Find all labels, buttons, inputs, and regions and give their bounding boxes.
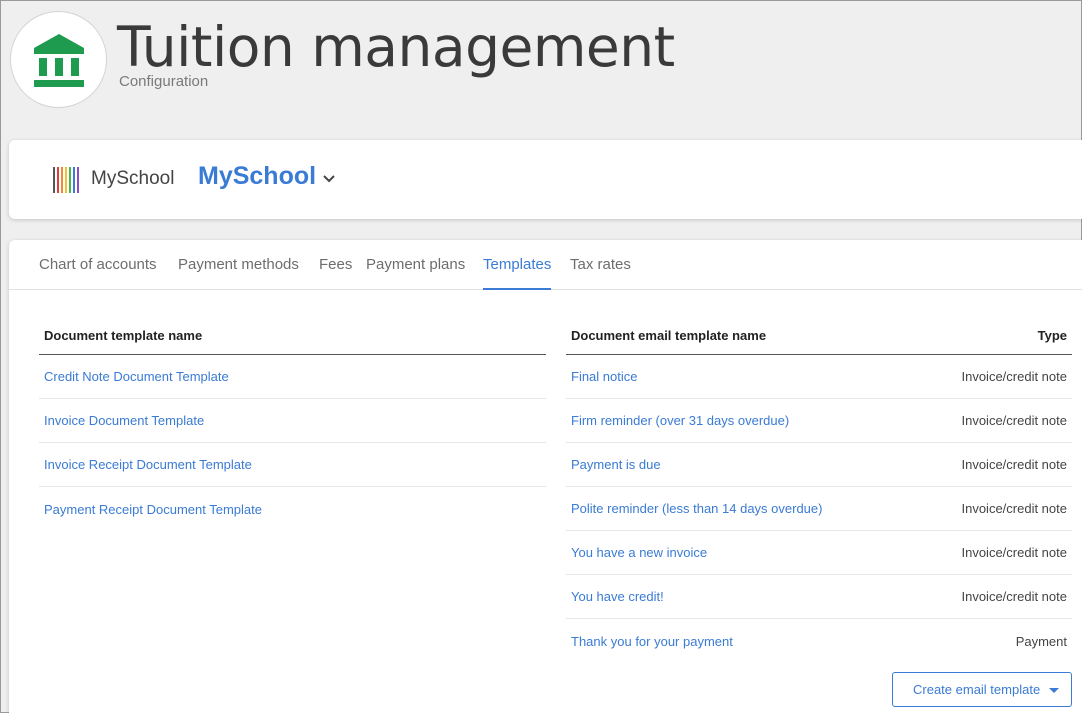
school-name-selector[interactable]: MySchool (198, 162, 316, 191)
table-row: Thank you for your payment Payment (566, 619, 1072, 663)
tab-templates[interactable]: Templates (483, 256, 552, 290)
email-template-table: Document email template name Type Final … (566, 317, 1072, 663)
create-email-template-button[interactable]: Create email template (892, 672, 1072, 707)
email-template-link[interactable]: You have credit! (571, 589, 664, 604)
table-row: Credit Note Document Template (39, 355, 546, 399)
type-cell: Invoice/credit note (961, 589, 1067, 604)
tab-chart-of-accounts[interactable]: Chart of accounts (39, 256, 157, 290)
email-template-link[interactable]: Firm reminder (over 31 days overdue) (571, 413, 789, 428)
school-selector-card: MySchool MySchool (9, 140, 1082, 219)
page-title: Tuition management (117, 15, 675, 79)
table-row: You have a new invoice Invoice/credit no… (566, 531, 1072, 575)
type-cell: Invoice/credit note (961, 413, 1067, 428)
email-template-link[interactable]: Thank you for your payment (571, 634, 733, 649)
column-header-type: Type (1037, 328, 1067, 343)
app-icon-badge (10, 11, 107, 108)
column-header-name: Document template name (44, 328, 203, 343)
table-row: Payment Receipt Document Template (39, 487, 546, 531)
table-header: Document email template name Type (566, 317, 1072, 355)
type-cell: Invoice/credit note (961, 545, 1067, 560)
table-row: You have credit! Invoice/credit note (566, 575, 1072, 619)
school-logo-icon (53, 167, 79, 193)
table-row: Payment is due Invoice/credit note (566, 443, 1072, 487)
template-link[interactable]: Invoice Receipt Document Template (44, 457, 252, 472)
table-row: Polite reminder (less than 14 days overd… (566, 487, 1072, 531)
type-cell: Invoice/credit note (961, 501, 1067, 516)
email-template-link[interactable]: Polite reminder (less than 14 days overd… (571, 501, 822, 516)
app-header: Tuition management Configuration (1, 1, 1082, 121)
email-template-link[interactable]: You have a new invoice (571, 545, 707, 560)
tab-payment-methods[interactable]: Payment methods (178, 256, 299, 290)
chevron-down-icon[interactable] (322, 172, 336, 186)
bank-icon (33, 33, 84, 87)
template-link[interactable]: Credit Note Document Template (44, 369, 229, 384)
create-email-template-label: Create email template (913, 682, 1041, 697)
tab-tax-rates[interactable]: Tax rates (570, 256, 631, 290)
type-cell: Payment (1015, 633, 1067, 649)
caret-down-icon[interactable] (1049, 688, 1059, 693)
table-header: Document template name (39, 317, 546, 355)
document-template-table: Document template name Credit Note Docum… (39, 317, 546, 531)
column-header-name: Document email template name (571, 328, 767, 343)
tab-payment-plans[interactable]: Payment plans (366, 256, 465, 290)
type-cell: Invoice/credit note (961, 369, 1067, 384)
school-logo-text: MySchool (91, 168, 175, 189)
main-card: Chart of accounts Payment methods Fees P… (9, 240, 1082, 713)
template-link[interactable]: Payment Receipt Document Template (44, 502, 262, 517)
page-subtitle: Configuration (119, 73, 209, 90)
tab-bar: Chart of accounts Payment methods Fees P… (9, 240, 1082, 290)
email-template-link[interactable]: Final notice (571, 369, 637, 384)
table-row: Firm reminder (over 31 days overdue) Inv… (566, 399, 1072, 443)
table-row: Invoice Receipt Document Template (39, 443, 546, 487)
table-row: Invoice Document Template (39, 399, 546, 443)
template-link[interactable]: Invoice Document Template (44, 413, 204, 428)
tab-fees[interactable]: Fees (319, 256, 352, 290)
type-cell: Invoice/credit note (961, 457, 1067, 472)
email-template-link[interactable]: Payment is due (571, 457, 661, 472)
table-row: Final notice Invoice/credit note (566, 355, 1072, 399)
